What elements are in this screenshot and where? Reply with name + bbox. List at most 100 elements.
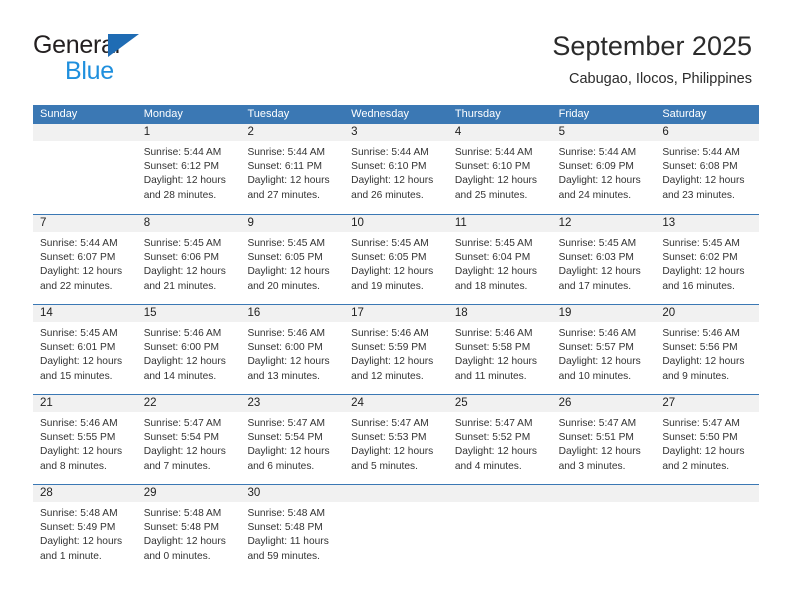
calendar-week-row: 28 Sunrise: 5:48 AM Sunset: 5:49 PM Dayligh… [33,484,760,574]
sunset-text: Sunset: 5:57 PM [558,342,634,354]
calendar-day-cell[interactable]: 27 Sunrise: 5:47 AM Sunset: 5:50 PM Dayligh… [655,395,760,484]
daylight-text-line2: and 2 minutes. [662,460,730,472]
daylight-text-line1: Daylight: 12 hours [351,446,434,458]
daylight-text-line2: and 11 minutes. [454,370,527,382]
sunset-text: Sunset: 6:05 PM [351,252,427,264]
day-number: 26 [551,395,656,412]
day-details: Sunrise: 5:44 AM Sunset: 6:11 PM Daylight:… [240,141,344,203]
calendar-day-cell[interactable]: 13 Sunrise: 5:45 AM Sunset: 6:02 PM Dayligh… [655,215,760,304]
day-number: 20 [655,305,760,322]
calendar-day-cell[interactable]: 4 Sunrise: 5:44 AM Sunset: 6:10 PM Daylight… [447,124,552,214]
sunrise-text: Sunrise: 5:48 AM [40,508,118,519]
calendar-week-row: 1 Sunrise: 5:44 AM Sunset: 6:12 PM Daylight… [33,124,760,214]
calendar-day-cell[interactable]: 19 Sunrise: 5:46 AM Sunset: 5:57 PM Dayligh… [551,305,656,394]
day-number: 8 [136,215,241,232]
day-details: Sunrise: 5:46 AM Sunset: 5:59 PM Daylight:… [344,322,448,384]
sunset-text: Sunset: 5:52 PM [454,432,531,444]
sunrise-text: Sunrise: 5:45 AM [143,238,222,249]
calendar-day-cell[interactable]: 23 Sunrise: 5:47 AM Sunset: 5:54 PM Dayligh… [240,395,345,484]
calendar-day-cell[interactable]: 25 Sunrise: 5:47 AM Sunset: 5:52 PM Dayligh… [447,395,552,484]
daylight-text-line1: Daylight: 12 hours [662,356,745,368]
daylight-text-line1: Daylight: 12 hours [247,356,330,368]
day-number: 23 [240,395,345,412]
general-blue-logo[interactable]: General Blue [33,31,233,87]
calendar-day-cell[interactable]: 16 Sunrise: 5:46 AM Sunset: 6:00 PM Dayligh… [240,305,345,394]
day-number [655,485,760,502]
daylight-text-line1: Daylight: 12 hours [40,356,123,368]
calendar-day-cell[interactable]: 26 Sunrise: 5:47 AM Sunset: 5:51 PM Dayligh… [551,395,656,484]
calendar-day-cell[interactable]: 3 Sunrise: 5:44 AM Sunset: 6:10 PM Daylight… [344,124,448,214]
daylight-text-line2: and 5 minutes. [351,460,418,472]
calendar-day-cell[interactable]: 8 Sunrise: 5:45 AM Sunset: 6:06 PM Daylight… [136,215,241,304]
calendar-day-cell[interactable]: 21 Sunrise: 5:46 AM Sunset: 5:55 PM Dayligh… [33,395,137,484]
day-number: 21 [33,395,137,412]
calendar-day-cell[interactable]: 1 Sunrise: 5:44 AM Sunset: 6:12 PM Daylight… [136,124,241,214]
title-block: September 2025 Cabugao, Ilocos, Philippi… [552,30,752,88]
page-title: September 2025 [552,31,752,61]
calendar-day-cell[interactable]: 5 Sunrise: 5:44 AM Sunset: 6:09 PM Daylight… [551,124,656,214]
sunrise-text: Sunrise: 5:44 AM [351,147,429,158]
day-number: 6 [655,124,760,141]
day-details: Sunrise: 5:46 AM Sunset: 6:00 PM Daylight:… [240,322,344,384]
calendar-day-cell[interactable]: 6 Sunrise: 5:44 AM Sunset: 6:08 PM Daylight… [655,124,760,214]
daylight-text-line1: Daylight: 12 hours [143,266,226,278]
day-number: 2 [240,124,345,141]
sunrise-text: Sunrise: 5:44 AM [247,147,326,158]
calendar-day-cell[interactable]: 18 Sunrise: 5:46 AM Sunset: 5:58 PM Dayligh… [447,305,552,394]
daylight-text-line1: Daylight: 12 hours [558,446,641,458]
day-number [33,124,137,141]
sunset-text: Sunset: 6:05 PM [247,252,323,264]
daylight-text-line2: and 27 minutes. [247,189,320,201]
sunset-text: Sunset: 5:49 PM [40,522,116,534]
calendar-day-cell[interactable]: 7 Sunrise: 5:44 AM Sunset: 6:07 PM Daylight… [33,215,137,304]
calendar-day-cell[interactable]: 15 Sunrise: 5:46 AM Sunset: 6:00 PM Dayligh… [136,305,241,394]
day-number: 5 [551,124,656,141]
day-number: 17 [344,305,448,322]
day-details: Sunrise: 5:47 AM Sunset: 5:53 PM Daylight:… [344,412,448,474]
calendar-week-row: 21 Sunrise: 5:46 AM Sunset: 5:55 PM Dayligh… [33,394,760,484]
day-number: 11 [447,215,552,232]
calendar-day-cell-empty [551,485,656,574]
daylight-text-line2: and 7 minutes. [143,460,211,472]
sunset-text: Sunset: 5:58 PM [454,342,531,354]
calendar-day-cell[interactable]: 12 Sunrise: 5:45 AM Sunset: 6:03 PM Dayligh… [551,215,656,304]
day-number: 24 [344,395,448,412]
weeks-container: 1 Sunrise: 5:44 AM Sunset: 6:12 PM Daylight… [33,124,760,574]
sunset-text: Sunset: 5:55 PM [40,432,116,444]
daylight-text-line1: Daylight: 12 hours [454,356,537,368]
sunrise-text: Sunrise: 5:44 AM [662,147,740,158]
day-number: 19 [551,305,656,322]
calendar-day-cell[interactable]: 30 Sunrise: 5:48 AM Sunset: 5:48 PM Dayligh… [240,485,345,574]
daylight-text-line2: and 0 minutes. [143,550,211,562]
sunset-text: Sunset: 5:54 PM [143,432,220,444]
day-number: 22 [136,395,241,412]
sunrise-text: Sunrise: 5:46 AM [351,328,429,339]
calendar-day-cell[interactable]: 20 Sunrise: 5:46 AM Sunset: 5:56 PM Dayligh… [655,305,760,394]
daylight-text-line1: Daylight: 12 hours [351,356,434,368]
calendar-day-cell[interactable]: 28 Sunrise: 5:48 AM Sunset: 5:49 PM Dayligh… [33,485,137,574]
daylight-text-line1: Daylight: 12 hours [143,175,226,187]
daylight-text-line2: and 6 minutes. [247,460,315,472]
calendar-day-cell[interactable]: 9 Sunrise: 5:45 AM Sunset: 6:05 PM Daylight… [240,215,345,304]
calendar-day-cell[interactable]: 22 Sunrise: 5:47 AM Sunset: 5:54 PM Dayligh… [136,395,241,484]
day-details: Sunrise: 5:45 AM Sunset: 6:03 PM Daylight:… [552,232,656,294]
calendar-day-cell[interactable]: 17 Sunrise: 5:46 AM Sunset: 5:59 PM Dayligh… [344,305,448,394]
daylight-text-line1: Daylight: 12 hours [247,175,330,187]
daylight-text-line2: and 25 minutes. [454,189,528,201]
calendar-day-cell[interactable]: 24 Sunrise: 5:47 AM Sunset: 5:53 PM Dayligh… [344,395,448,484]
daylight-text-line1: Daylight: 12 hours [662,446,745,458]
calendar-day-cell[interactable]: 14 Sunrise: 5:45 AM Sunset: 6:01 PM Dayligh… [33,305,137,394]
calendar-day-cell[interactable]: 2 Sunrise: 5:44 AM Sunset: 6:11 PM Daylight… [240,124,345,214]
calendar-day-cell[interactable]: 11 Sunrise: 5:45 AM Sunset: 6:04 PM Dayligh… [447,215,552,304]
daylight-text-line2: and 3 minutes. [558,460,626,472]
daylight-text-line1: Daylight: 12 hours [558,356,641,368]
calendar-day-cell[interactable]: 10 Sunrise: 5:45 AM Sunset: 6:05 PM Dayligh… [344,215,448,304]
day-details: Sunrise: 5:45 AM Sunset: 6:05 PM Daylight:… [344,232,448,294]
day-details: Sunrise: 5:46 AM Sunset: 5:58 PM Daylight:… [448,322,552,384]
daylight-text-line2: and 17 minutes. [558,280,632,292]
sunrise-text: Sunrise: 5:45 AM [247,238,326,249]
sunrise-text: Sunrise: 5:44 AM [143,147,222,158]
calendar-day-cell[interactable]: 29 Sunrise: 5:48 AM Sunset: 5:48 PM Dayligh… [136,485,241,574]
daylight-text-line2: and 9 minutes. [662,370,730,382]
day-number: 1 [136,124,241,141]
